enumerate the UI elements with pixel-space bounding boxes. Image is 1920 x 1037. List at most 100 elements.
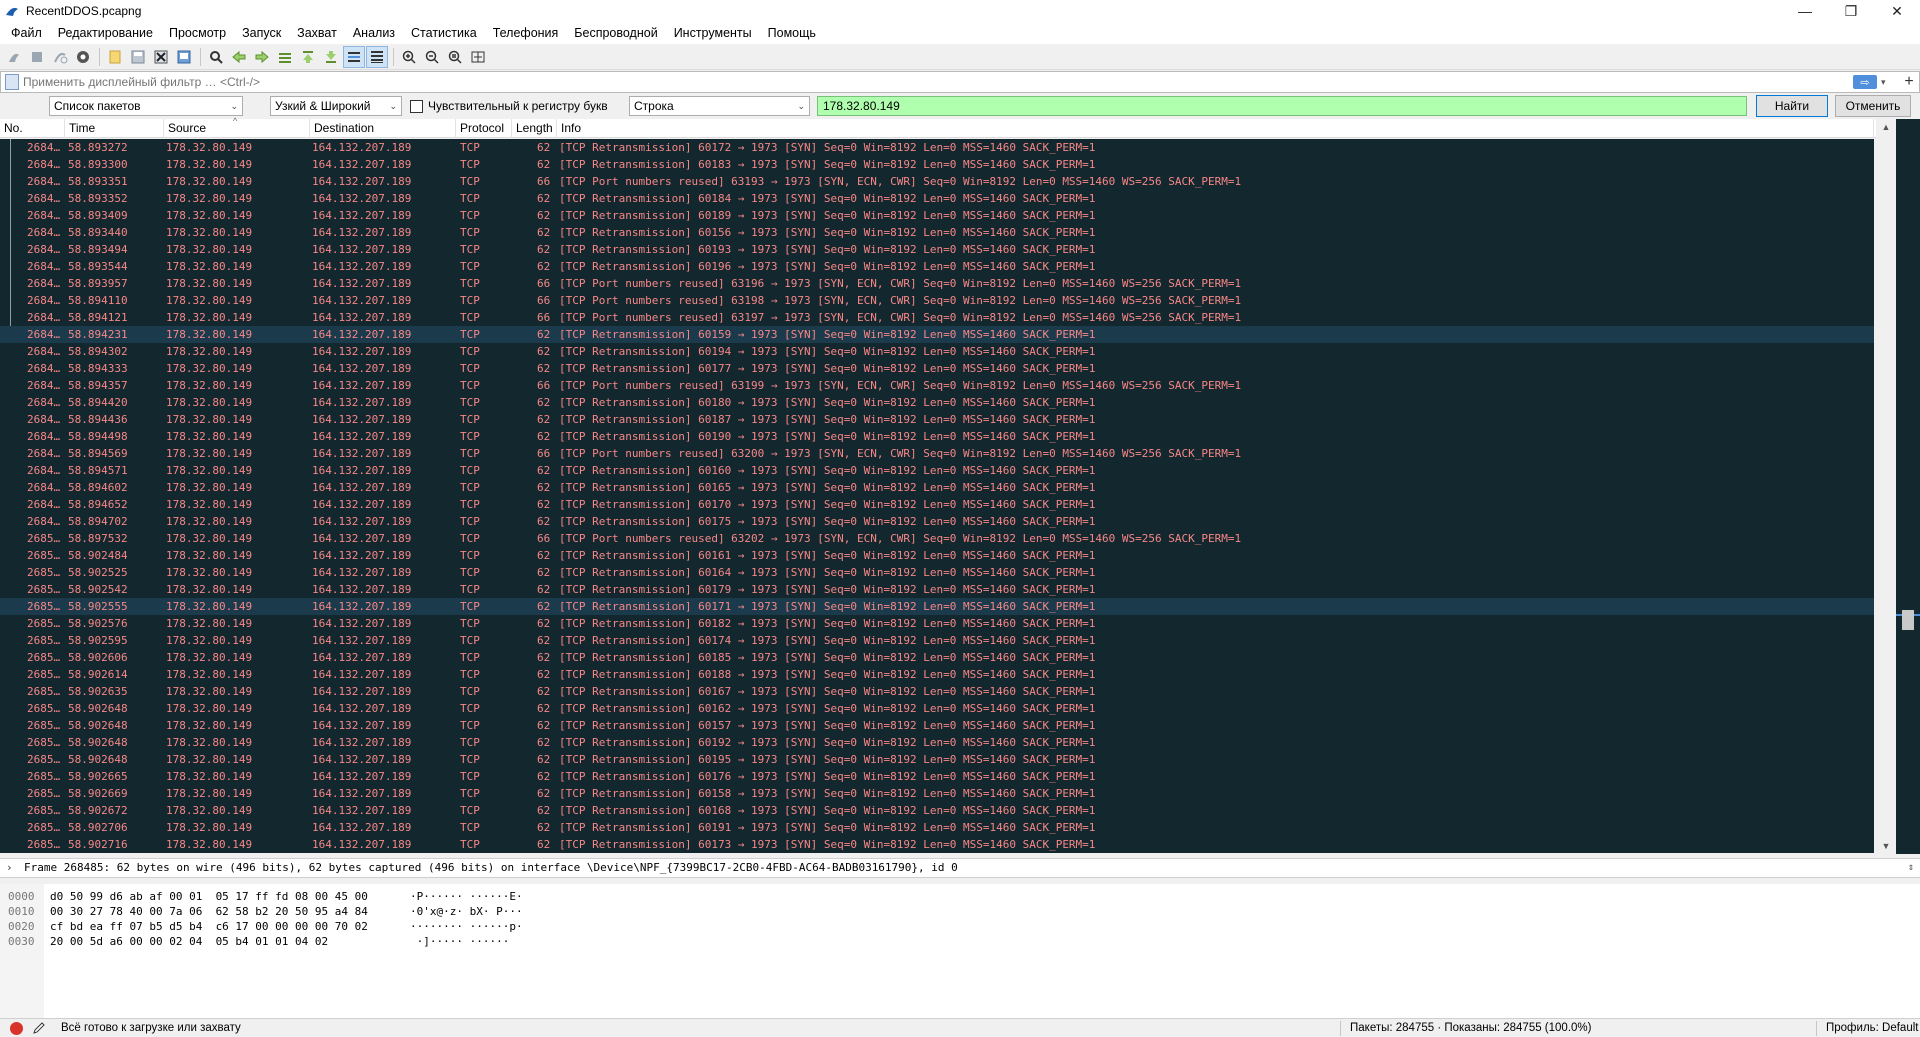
column-header-time[interactable]: Time xyxy=(65,119,164,138)
packet-row[interactable]: 2684… 58.893300 178.32.80.149 164.132.207.1… xyxy=(0,156,1874,173)
menu-wireless[interactable]: Беспроводной xyxy=(566,22,665,44)
packet-row[interactable]: 2685… 58.902648 178.32.80.149 164.132.207.1… xyxy=(0,734,1874,751)
close-file-icon[interactable] xyxy=(150,46,172,68)
menu-analyze[interactable]: Анализ xyxy=(345,22,403,44)
packet-row[interactable]: 2684… 58.894652 178.32.80.149 164.132.207.1… xyxy=(0,496,1874,513)
scroll-down-icon[interactable]: ▼ xyxy=(1876,838,1896,854)
menu-edit[interactable]: Редактирование xyxy=(50,22,161,44)
packet-row[interactable]: 2684… 58.894420 178.32.80.149 164.132.207.1… xyxy=(0,394,1874,411)
packet-row[interactable]: 2685… 58.902525 178.32.80.149 164.132.207.1… xyxy=(0,564,1874,581)
zoom-out-icon[interactable] xyxy=(421,46,443,68)
find-string-input[interactable]: 178.32.80.149 xyxy=(817,96,1747,116)
filter-bookmark-icon[interactable] xyxy=(5,74,19,90)
packet-row[interactable]: 2684… 58.894569 178.32.80.149 164.132.207.1… xyxy=(0,445,1874,462)
packet-row[interactable]: 2684… 58.893351 178.32.80.149 164.132.207.1… xyxy=(0,173,1874,190)
capture-comment-icon[interactable] xyxy=(32,1021,46,1035)
packet-row[interactable]: 2685… 58.902606 178.32.80.149 164.132.207.1… xyxy=(0,649,1874,666)
apply-filter-icon[interactable]: ⇨ xyxy=(1853,75,1877,89)
packet-row[interactable]: 2685… 58.902595 178.32.80.149 164.132.207.1… xyxy=(0,632,1874,649)
case-sensitive-option[interactable]: Чувствительный к регистру букв xyxy=(410,99,608,113)
packet-row[interactable]: 2684… 58.893957 178.32.80.149 164.132.207.1… xyxy=(0,275,1874,292)
packet-row[interactable]: 2685… 58.902555 178.32.80.149 164.132.207.1… xyxy=(0,598,1874,615)
find-button[interactable]: Найти xyxy=(1756,95,1828,117)
scroll-up-icon[interactable]: ▲ xyxy=(1876,119,1896,135)
filter-history-dropdown-icon[interactable]: ▾ xyxy=(1881,77,1893,88)
packet-row[interactable]: 2685… 58.902716 178.32.80.149 164.132.207.1… xyxy=(0,836,1874,853)
restart-capture-icon[interactable] xyxy=(49,46,71,68)
minimize-button[interactable]: — xyxy=(1782,0,1828,22)
packet-row[interactable]: 2684… 58.893440 178.32.80.149 164.132.207.1… xyxy=(0,224,1874,241)
save-file-icon[interactable] xyxy=(127,46,149,68)
packet-row[interactable]: 2684… 58.894571 178.32.80.149 164.132.207.1… xyxy=(0,462,1874,479)
packet-row[interactable]: 2685… 58.902614 178.32.80.149 164.132.207.1… xyxy=(0,666,1874,683)
column-header-no[interactable]: No. xyxy=(0,119,65,138)
go-last-icon[interactable] xyxy=(320,46,342,68)
packet-row[interactable]: 2684… 58.893352 178.32.80.149 164.132.207.1… xyxy=(0,190,1874,207)
expert-info-icon[interactable] xyxy=(10,1022,23,1035)
packet-row[interactable]: 2685… 58.902672 178.32.80.149 164.132.207.1… xyxy=(0,802,1874,819)
menu-statistics[interactable]: Статистика xyxy=(403,22,485,44)
stop-capture-icon[interactable] xyxy=(26,46,48,68)
packet-row[interactable]: 2684… 58.894702 178.32.80.149 164.132.207.1… xyxy=(0,513,1874,530)
packet-row[interactable]: 2685… 58.902648 178.32.80.149 164.132.207.1… xyxy=(0,751,1874,768)
reload-file-icon[interactable] xyxy=(173,46,195,68)
column-header-info[interactable]: Info xyxy=(557,119,1874,138)
open-file-icon[interactable] xyxy=(104,46,126,68)
resize-columns-icon[interactable] xyxy=(467,46,489,68)
packet-row[interactable]: 2684… 58.894333 178.32.80.149 164.132.207.1… xyxy=(0,360,1874,377)
go-forward-icon[interactable] xyxy=(251,46,273,68)
capture-options-icon[interactable] xyxy=(72,46,94,68)
maximize-button[interactable]: ❐ xyxy=(1828,0,1874,22)
packet-list-scrollbar[interactable]: ▲ ▼ xyxy=(1876,119,1896,854)
go-to-packet-icon[interactable] xyxy=(274,46,296,68)
packet-row[interactable]: 2684… 58.894231 178.32.80.149 164.132.207.1… xyxy=(0,326,1874,343)
packet-row[interactable]: 2685… 58.902669 178.32.80.149 164.132.207.1… xyxy=(0,785,1874,802)
packet-row[interactable]: 2685… 58.902576 178.32.80.149 164.132.207.1… xyxy=(0,615,1874,632)
frame-summary[interactable]: Frame 268485: 62 bytes on wire (496 bits… xyxy=(24,859,958,877)
packet-row[interactable]: 2684… 58.893272 178.32.80.149 164.132.207.1… xyxy=(0,139,1874,156)
minimap-thumb[interactable] xyxy=(1902,610,1914,630)
zoom-in-icon[interactable] xyxy=(398,46,420,68)
packet-row[interactable]: 2685… 58.902635 178.32.80.149 164.132.207.1… xyxy=(0,683,1874,700)
find-packet-icon[interactable] xyxy=(205,46,227,68)
packet-row[interactable]: 2685… 58.897532 178.32.80.149 164.132.207.1… xyxy=(0,530,1874,547)
packet-row[interactable]: 2684… 58.893409 178.32.80.149 164.132.207.1… xyxy=(0,207,1874,224)
menu-go[interactable]: Запуск xyxy=(234,22,289,44)
packet-bytes-pane[interactable]: 0000 d0 50 99 d6 ab af 00 01 05 17 ff fd … xyxy=(0,884,1920,1018)
search-type-select[interactable]: Строка ⌄ xyxy=(629,96,810,116)
packet-row[interactable]: 2684… 58.893494 178.32.80.149 164.132.207.1… xyxy=(0,241,1874,258)
packet-row[interactable]: 2685… 58.902648 178.32.80.149 164.132.207.1… xyxy=(0,700,1874,717)
menu-capture[interactable]: Захват xyxy=(289,22,345,44)
menu-file[interactable]: Файл xyxy=(3,22,50,44)
packet-row[interactable]: 2684… 58.893544 178.32.80.149 164.132.207.1… xyxy=(0,258,1874,275)
cancel-find-button[interactable]: Отменить xyxy=(1835,95,1911,117)
packet-row[interactable]: 2684… 58.894602 178.32.80.149 164.132.207.1… xyxy=(0,479,1874,496)
go-first-icon[interactable] xyxy=(297,46,319,68)
menu-view[interactable]: Просмотр xyxy=(161,22,234,44)
add-filter-button-icon[interactable]: + xyxy=(1899,73,1919,91)
packet-row[interactable]: 2684… 58.894498 178.32.80.149 164.132.207.1… xyxy=(0,428,1874,445)
column-header-destination[interactable]: Destination xyxy=(310,119,456,138)
packet-list[interactable]: 2684… 58.893272 178.32.80.149 164.132.207.1… xyxy=(0,139,1874,853)
go-back-icon[interactable] xyxy=(228,46,250,68)
packet-row[interactable]: 2685… 58.902665 178.32.80.149 164.132.207.1… xyxy=(0,768,1874,785)
packet-row[interactable]: 2684… 58.894357 178.32.80.149 164.132.207.1… xyxy=(0,377,1874,394)
search-in-select[interactable]: Список пакетов ⌄ xyxy=(49,96,243,116)
column-header-length[interactable]: Length xyxy=(512,119,557,138)
start-capture-icon[interactable] xyxy=(3,46,25,68)
packet-row[interactable]: 2685… 58.902542 178.32.80.149 164.132.207.1… xyxy=(0,581,1874,598)
packet-row[interactable]: 2685… 58.902484 178.32.80.149 164.132.207.1… xyxy=(0,547,1874,564)
case-sensitive-checkbox[interactable] xyxy=(410,99,423,113)
menu-telephony[interactable]: Телефония xyxy=(485,22,567,44)
column-header-protocol[interactable]: Protocol xyxy=(456,119,512,138)
char-width-select[interactable]: Узкий & Широкий ⌄ xyxy=(270,96,402,116)
profile-status[interactable]: Профиль: Default xyxy=(1826,1019,1918,1037)
expand-arrow-icon[interactable]: › xyxy=(6,859,13,877)
close-button[interactable]: ✕ xyxy=(1874,0,1920,22)
menu-help[interactable]: Помощь xyxy=(760,22,824,44)
packet-row[interactable]: 2684… 58.894110 178.32.80.149 164.132.207.1… xyxy=(0,292,1874,309)
details-scroll-icon[interactable]: ⇕ xyxy=(1908,859,1914,877)
colorize-icon[interactable] xyxy=(366,45,388,68)
autoscroll-icon[interactable] xyxy=(343,45,365,68)
zoom-normal-icon[interactable] xyxy=(444,46,466,68)
